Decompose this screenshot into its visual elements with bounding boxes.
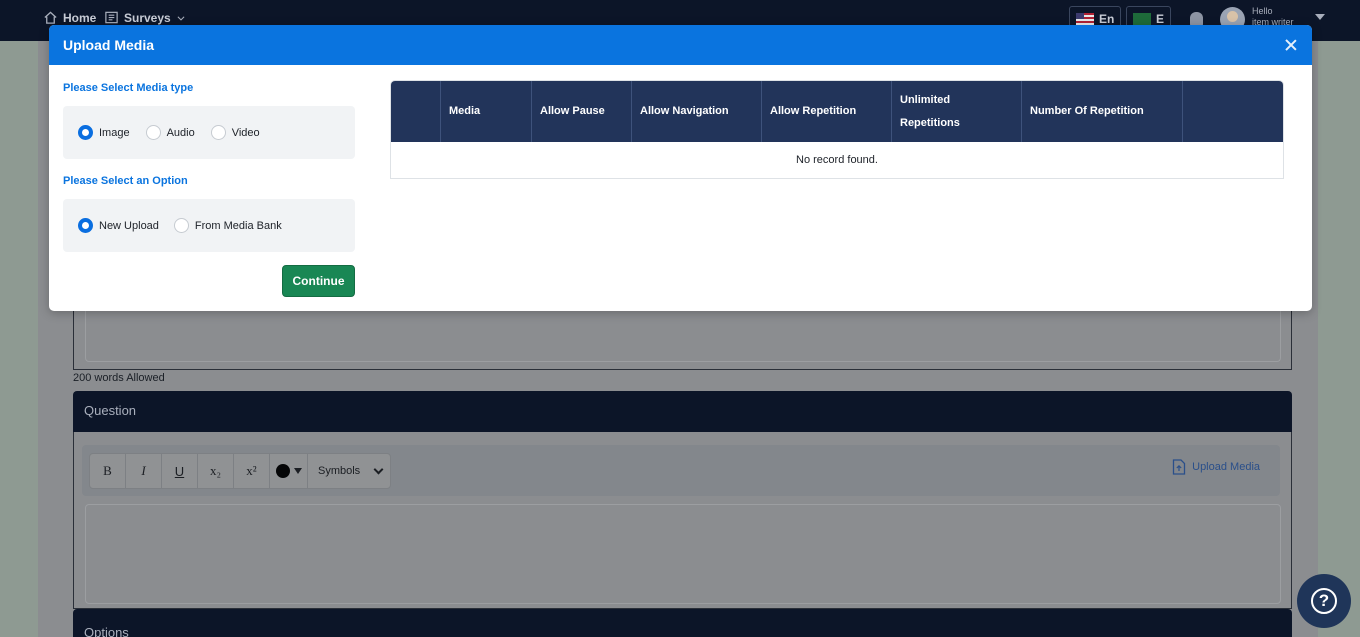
user-menu-caret-icon[interactable]: [1315, 14, 1325, 20]
media-type-label: Please Select Media type: [63, 82, 194, 94]
radio-new-upload-label: New Upload: [99, 219, 159, 232]
nav-surveys-label: Surveys: [124, 10, 171, 25]
modal-header: Upload Media: [49, 25, 1312, 65]
radio-audio[interactable]: Audio: [145, 125, 195, 140]
language-label: En: [1099, 12, 1115, 26]
question-toolbar-row: B I U x₂ x² Symbols Upload Media: [82, 445, 1280, 496]
media-table: Media Allow Pause Allow Navigation Allow…: [390, 80, 1284, 179]
column-header-unlimited-repetitions: Unlimited Repetitions: [892, 81, 1022, 142]
radio-video-label: Video: [231, 126, 260, 139]
chevron-down-icon: [373, 464, 384, 474]
upload-media-link-label: Upload Media: [1192, 461, 1260, 473]
italic-button[interactable]: I: [126, 454, 162, 488]
underline-button[interactable]: U: [162, 454, 198, 488]
radio-audio-label: Audio: [166, 126, 195, 139]
nav-home-label: Home: [63, 10, 97, 25]
close-icon[interactable]: [1284, 38, 1298, 52]
radio-video[interactable]: Video: [210, 125, 260, 140]
radio-circle: [145, 125, 161, 140]
file-upload-icon: [1172, 459, 1186, 475]
column-header-allow-pause: Allow Pause: [532, 81, 632, 142]
symbols-select-value: Symbols: [318, 465, 361, 477]
radio-new-upload[interactable]: New Upload: [78, 218, 159, 233]
hello-label: Hello: [1252, 6, 1273, 16]
column-header-allow-repetition: Allow Repetition: [762, 81, 892, 142]
question-textarea[interactable]: [85, 504, 1281, 604]
language-label-2: E: [1156, 12, 1165, 26]
sa-flag-icon: [1133, 13, 1151, 25]
question-body: B I U x₂ x² Symbols Upload Media: [73, 432, 1292, 609]
column-header-allow-navigation: Allow Navigation: [632, 81, 762, 142]
surveys-icon: [105, 11, 118, 24]
help-button[interactable]: ?: [1297, 574, 1351, 628]
nav-home[interactable]: Home: [43, 10, 96, 25]
page-background: [0, 41, 38, 637]
question-header: Question: [73, 391, 1292, 432]
superscript-button[interactable]: x²: [234, 454, 270, 488]
color-swatch-icon: [275, 464, 290, 478]
bold-button[interactable]: B: [90, 454, 126, 488]
bell-icon[interactable]: [1190, 12, 1203, 26]
column-header-number-of-repetition: Number Of Repetition: [1022, 81, 1183, 142]
radio-circle: [78, 218, 93, 233]
modal-title: Upload Media: [63, 37, 155, 53]
column-header-actions: [1183, 81, 1283, 142]
text-color-picker[interactable]: [270, 454, 308, 488]
chevron-down-icon: [177, 15, 185, 21]
radio-image-label: Image: [99, 126, 130, 139]
option-label: Please Select an Option: [63, 175, 188, 187]
media-type-group: Image Audio Video: [63, 106, 355, 159]
words-allowed-text: 200 words Allowed: [73, 372, 165, 384]
question-mark-icon: ?: [1311, 588, 1337, 614]
continue-button[interactable]: Continue: [282, 265, 355, 297]
column-header-blank: [391, 81, 441, 142]
no-record-row: No record found.: [391, 142, 1283, 178]
nav-surveys[interactable]: Surveys: [104, 10, 186, 25]
column-header-media: Media: [441, 81, 532, 142]
us-flag-icon: [1076, 13, 1094, 25]
subscript-button[interactable]: x₂: [198, 454, 234, 488]
radio-image[interactable]: Image: [78, 125, 130, 140]
caret-down-icon: [293, 468, 302, 474]
radio-circle: [173, 218, 189, 233]
options-header: Options: [73, 609, 1292, 637]
upload-option-group: New Upload From Media Bank: [63, 199, 355, 252]
home-icon: [44, 11, 57, 24]
symbols-select[interactable]: Symbols: [308, 454, 390, 488]
upload-media-link[interactable]: Upload Media: [1172, 459, 1260, 475]
radio-from-media-bank[interactable]: From Media Bank: [173, 218, 282, 233]
radio-circle: [210, 125, 226, 140]
radio-circle: [78, 125, 93, 140]
rich-text-toolbar: B I U x₂ x² Symbols: [89, 453, 391, 489]
upload-media-modal: Upload Media Please Select Media type Im…: [49, 25, 1312, 311]
table-header: Media Allow Pause Allow Navigation Allow…: [391, 81, 1283, 142]
radio-from-media-bank-label: From Media Bank: [194, 219, 282, 232]
